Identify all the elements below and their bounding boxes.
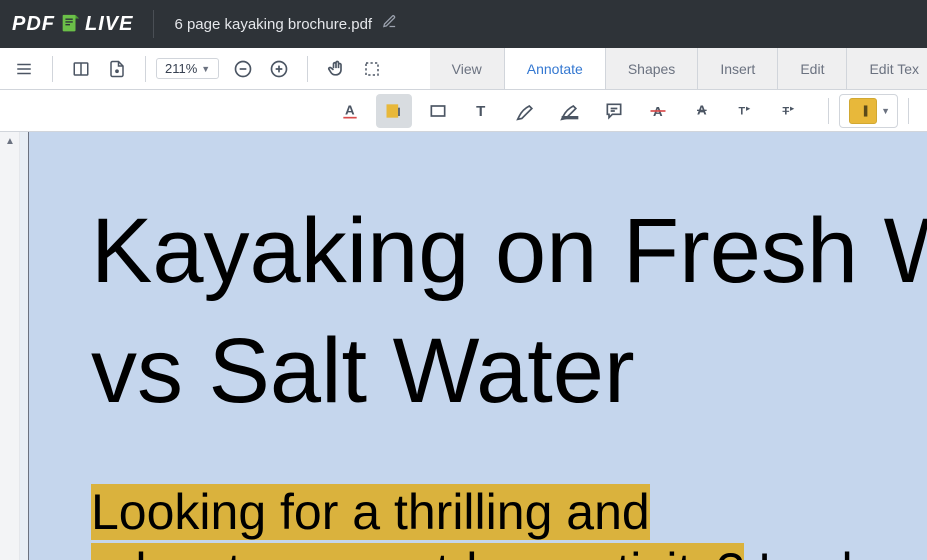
svg-text:▸: ▸ (790, 103, 794, 113)
page-body: Looking for a thrilling and adventurous … (91, 483, 927, 560)
page-heading-line1: Kayaking on Fresh W (91, 192, 927, 312)
replace-text-tool[interactable]: T▸ (772, 94, 808, 128)
text-tool[interactable]: T (464, 94, 500, 128)
annotate-toolbar: A T A A T▸ T▸ (0, 90, 927, 132)
rename-icon[interactable] (382, 14, 397, 34)
insert-text-tool[interactable]: T▸ (728, 94, 764, 128)
logo-doc-icon (59, 12, 81, 36)
chevron-down-icon: ▼ (881, 106, 890, 116)
svg-text:A: A (697, 102, 707, 117)
header-separator (153, 10, 154, 38)
page-heading-line2: vs Salt Water (91, 312, 927, 432)
svg-text:T: T (739, 105, 746, 117)
app-header: PDF LIVE 6 page kayaking brochure.pdf (0, 0, 927, 48)
panel-toggle-button[interactable] (63, 51, 99, 87)
toolbar-separator (145, 56, 146, 82)
mode-edit[interactable]: Edit (777, 48, 846, 89)
vertical-scrollbar[interactable]: ▲ (0, 132, 20, 560)
document-page[interactable]: Kayaking on Fresh W vs Salt Water Lookin… (28, 132, 927, 560)
zoom-in-button[interactable] (261, 51, 297, 87)
mode-annotate[interactable]: Annotate (504, 48, 605, 89)
highlight-tool[interactable] (376, 94, 412, 128)
squiggly-tool[interactable]: A (684, 94, 720, 128)
mode-shapes[interactable]: Shapes (605, 48, 697, 89)
toolbar-separator (307, 56, 308, 82)
zoom-value: 211% (165, 61, 197, 76)
zoom-level[interactable]: 211% ▼ (156, 58, 219, 79)
mode-edit-text[interactable]: Edit Tex (846, 48, 927, 89)
toolbar-separator (828, 98, 829, 124)
mode-view[interactable]: View (430, 48, 504, 89)
color-swatch (849, 98, 877, 124)
highlighted-text: Looking for a thrilling and adventurous … (91, 484, 744, 560)
logo-text-live: LIVE (85, 13, 133, 36)
strikethrough-tool[interactable]: A (640, 94, 676, 128)
chevron-down-icon: ▼ (201, 64, 210, 74)
main-toolbar: 211% ▼ View Annotate Shapes Insert Edit … (0, 48, 927, 90)
underline-tool[interactable]: A (332, 94, 368, 128)
annotate-tools: A T A A T▸ T▸ (332, 94, 818, 128)
zoom-out-button[interactable] (225, 51, 261, 87)
rectangle-tool[interactable] (420, 94, 456, 128)
comment-tool[interactable] (596, 94, 632, 128)
app-logo: PDF LIVE (12, 12, 133, 36)
select-tool-button[interactable] (354, 51, 390, 87)
page-info-button[interactable] (99, 51, 135, 87)
toolbar-separator (908, 98, 909, 124)
mode-tabs: View Annotate Shapes Insert Edit Edit Te… (430, 48, 927, 89)
logo-text-pdf: PDF (12, 13, 55, 36)
scroll-up-icon[interactable]: ▲ (0, 132, 20, 150)
svg-text:T: T (476, 103, 485, 120)
menu-button[interactable] (6, 51, 42, 87)
mode-insert[interactable]: Insert (697, 48, 777, 89)
freehand-tool[interactable] (508, 94, 544, 128)
freehand-highlight-tool[interactable] (552, 94, 588, 128)
document-canvas[interactable]: ▲ Kayaking on Fresh W vs Salt Water Look… (0, 132, 927, 560)
toolbar-separator (52, 56, 53, 82)
svg-text:A: A (345, 102, 355, 117)
color-picker[interactable]: ▼ (839, 94, 898, 128)
document-title: 6 page kayaking brochure.pdf (174, 16, 372, 33)
pan-tool-button[interactable] (318, 51, 354, 87)
svg-text:T: T (783, 105, 790, 117)
svg-text:▸: ▸ (746, 103, 750, 113)
